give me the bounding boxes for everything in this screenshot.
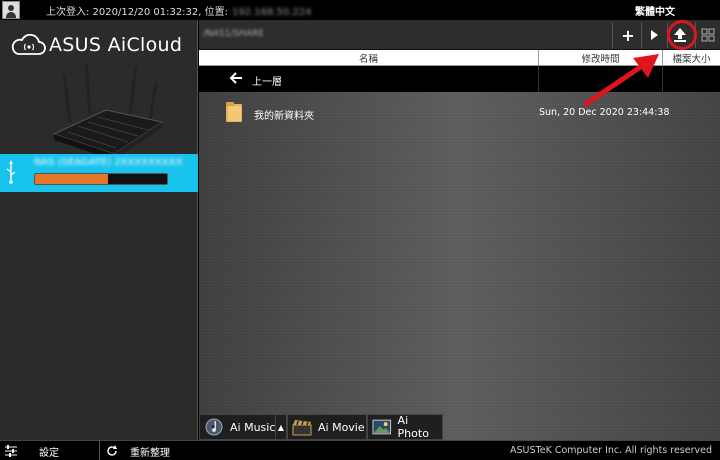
- usb-drive-name: NAS (SEAGATE) 2XXXXXXXXX: [34, 157, 183, 168]
- bottom-divider: [99, 441, 100, 460]
- play-button[interactable]: [643, 22, 665, 48]
- plus-icon: +: [621, 25, 635, 45]
- logo-text: ASUS AiCloud: [49, 34, 183, 56]
- music-icon: [205, 418, 223, 436]
- parent-folder-row[interactable]: 上一層: [199, 66, 720, 92]
- file-name: 我的新資料夾: [254, 111, 314, 122]
- file-toolbar: /NAS1/SHARE +: [199, 20, 720, 50]
- file-browser: /NAS1/SHARE + 名稱 修改時間 檔案大小 上一層 我的新資料夾 Su…: [199, 20, 720, 440]
- photo-icon: [372, 419, 392, 435]
- refresh-label: 重新整理: [130, 447, 170, 459]
- sidebar: ASUS AiCloud NAS (SEAGATE) 2XXXXXXXXX: [0, 20, 198, 440]
- play-icon: [651, 30, 658, 40]
- file-list-header: 名稱 修改時間 檔案大小: [199, 50, 720, 66]
- last-login-ip: 192.168.50.224: [232, 7, 312, 18]
- bottom-bar: 設定 重新整理 ASUSTeK Computer Inc. All rights…: [0, 440, 720, 460]
- cloud-logo-icon: [11, 34, 46, 55]
- aicloud-logo: ASUS AiCloud: [10, 34, 182, 56]
- ai-movie-label: Ai Movie: [318, 420, 365, 434]
- language-selector[interactable]: 繁體中文: [635, 3, 675, 18]
- settings-button[interactable]: 設定: [4, 443, 59, 459]
- parent-folder-label: 上一層: [252, 77, 282, 88]
- settings-label: 設定: [39, 447, 59, 459]
- annotation-circle: [667, 20, 697, 50]
- toolbar-divider: [641, 22, 642, 48]
- file-row[interactable]: 我的新資料夾 Sun, 20 Dec 2020 23:44:38: [199, 100, 720, 124]
- usb-drive-item[interactable]: NAS (SEAGATE) 2XXXXXXXXX: [0, 154, 198, 192]
- refresh-button[interactable]: 重新整理: [106, 443, 170, 459]
- column-size[interactable]: 檔案大小: [663, 51, 720, 65]
- last-login-text: 上次登入: 2020/12/20 01:32:32, 位置:: [46, 7, 229, 18]
- ai-music-label: Ai Music: [230, 420, 276, 434]
- app-bar-toggle[interactable]: ▲: [275, 414, 287, 440]
- grid-icon: [701, 28, 715, 42]
- refresh-icon: [107, 445, 117, 456]
- app-bar: Ai Music ▲ Ai Movie Ai Photo: [199, 414, 720, 440]
- triangle-up-icon: ▲: [277, 422, 285, 432]
- last-login-info: 上次登入: 2020/12/20 01:32:32, 位置: 192.168.50…: [46, 3, 312, 18]
- settings-sliders-icon: [5, 445, 17, 457]
- column-modified[interactable]: 修改時間: [539, 51, 662, 65]
- router-image: [52, 63, 164, 160]
- grid-view-button[interactable]: [697, 22, 719, 48]
- ai-photo-label: Ai Photo: [397, 414, 429, 440]
- folder-icon: [226, 102, 242, 122]
- usb-usage-fill: [35, 174, 108, 184]
- toolbar-divider: [612, 22, 613, 48]
- column-divider: [662, 66, 663, 92]
- user-icon[interactable]: [2, 1, 20, 19]
- ai-photo-button[interactable]: Ai Photo: [367, 414, 443, 440]
- new-folder-button[interactable]: +: [617, 22, 639, 48]
- ai-music-button[interactable]: Ai Music: [199, 414, 286, 440]
- back-arrow-icon: [229, 72, 242, 84]
- ai-movie-button[interactable]: Ai Movie: [287, 414, 367, 440]
- copyright-text: ASUSTeK Computer Inc. All rights reserve…: [510, 445, 712, 456]
- file-modified-date: Sun, 20 Dec 2020 23:44:38: [539, 107, 670, 118]
- current-path: /NAS1/SHARE: [203, 29, 264, 39]
- column-name[interactable]: 名稱: [199, 51, 538, 65]
- clapperboard-icon: [292, 420, 312, 436]
- usb-icon: [6, 160, 16, 184]
- top-bar: 上次登入: 2020/12/20 01:32:32, 位置: 192.168.50…: [0, 0, 720, 20]
- usb-usage-bar: [34, 173, 168, 185]
- column-divider: [538, 66, 539, 92]
